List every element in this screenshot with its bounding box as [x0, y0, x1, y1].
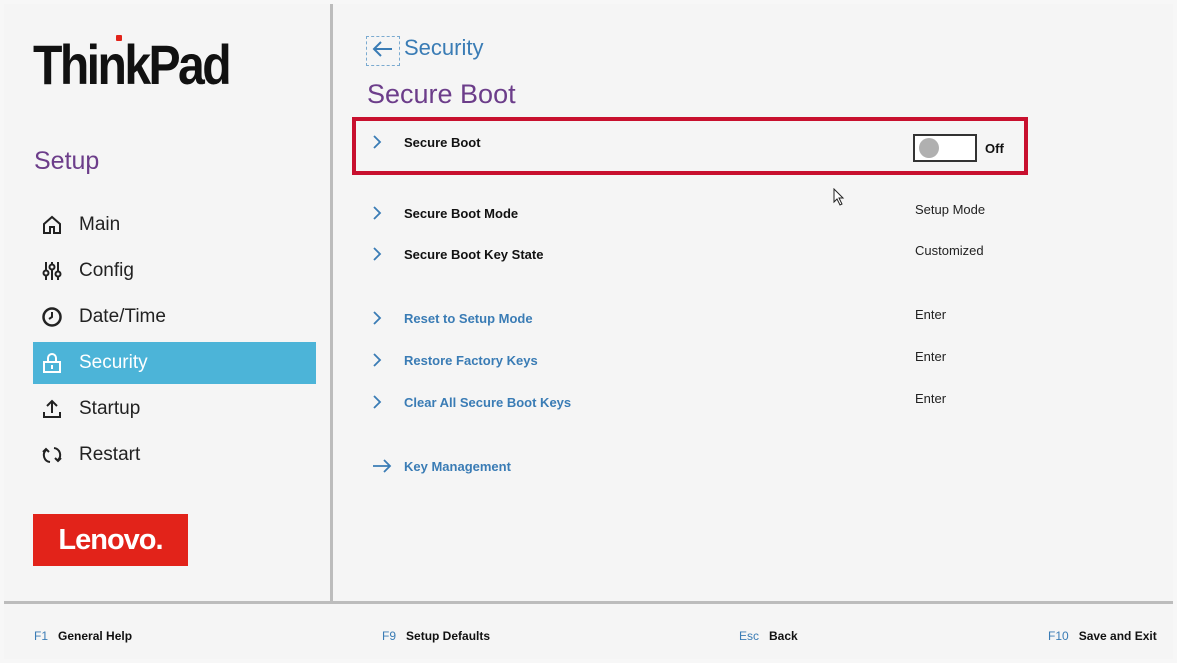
thinkpad-logo: ThinkPad: [33, 33, 232, 96]
main-panel: Security Secure Boot Secure Boot Off Sec…: [336, 4, 1173, 601]
breadcrumb[interactable]: Security: [404, 35, 483, 61]
key-action: Back: [769, 629, 798, 643]
sidebar-item-restart[interactable]: Restart: [33, 434, 316, 476]
key-action: Save and Exit: [1078, 629, 1157, 643]
f1-help-hint[interactable]: F1 General Help: [34, 629, 132, 643]
thinkpad-logo-dot: [116, 35, 122, 41]
key-label: F10: [1048, 629, 1069, 643]
toggle-knob: [919, 138, 939, 158]
row-value: Customized: [915, 243, 984, 258]
key-label: Esc: [739, 629, 760, 643]
row-value: Setup Mode: [915, 202, 986, 217]
chevron-right-icon: [372, 311, 390, 325]
esc-back-hint[interactable]: Esc Back: [739, 629, 798, 643]
secure-boot-toggle[interactable]: [913, 134, 977, 162]
mouse-cursor-icon: [833, 187, 845, 211]
upload-icon: [39, 396, 65, 422]
secure-boot-row[interactable]: Secure Boot Off: [372, 127, 1012, 162]
clock-icon: [39, 304, 65, 330]
sidebar-item-label: Restart: [79, 444, 141, 465]
key-label: F9: [382, 629, 397, 643]
setup-title: Setup: [34, 147, 100, 175]
arrow-left-icon: [372, 40, 394, 63]
row-label: Restore Factory Keys: [404, 352, 538, 368]
restore-factory-keys-row[interactable]: Restore Factory Keys Enter: [372, 345, 1012, 375]
row-label: Clear All Secure Boot Keys: [404, 394, 572, 410]
row-value: Enter: [915, 349, 947, 364]
key-label: F1: [34, 629, 49, 643]
key-action: Setup Defaults: [406, 629, 491, 643]
row-label: Secure Boot Key State: [404, 246, 544, 262]
sidebar-item-security[interactable]: Security: [33, 342, 316, 384]
lock-icon: [39, 350, 65, 376]
sliders-icon: [39, 258, 65, 284]
key-action: General Help: [58, 629, 133, 643]
reset-to-setup-mode-row[interactable]: Reset to Setup Mode Enter: [372, 303, 1012, 333]
sidebar-item-datetime[interactable]: Date/Time: [33, 296, 316, 338]
restart-icon: [39, 442, 65, 468]
row-label: Reset to Setup Mode: [404, 310, 533, 326]
key-management-row[interactable]: Key Management: [372, 451, 1012, 481]
lenovo-logo: Lenovo.: [33, 514, 188, 566]
chevron-right-icon: [372, 206, 390, 220]
sidebar-item-label: Config: [79, 260, 134, 281]
home-icon: [39, 212, 65, 238]
secure-boot-mode-row[interactable]: Secure Boot Mode Setup Mode: [372, 198, 1012, 228]
secure-boot-state: Off: [985, 141, 1004, 156]
clear-all-secure-boot-keys-row[interactable]: Clear All Secure Boot Keys Enter: [372, 387, 1012, 417]
row-label: Key Management: [404, 458, 511, 474]
back-button[interactable]: [366, 36, 400, 66]
sidebar-item-config[interactable]: Config: [33, 250, 316, 292]
footer-bar: F1 General Help F9 Setup Defaults Esc Ba…: [4, 601, 1173, 659]
chevron-right-icon: [372, 135, 390, 149]
f9-defaults-hint[interactable]: F9 Setup Defaults: [382, 629, 490, 643]
sidebar-item-main[interactable]: Main: [33, 204, 316, 246]
sidebar: ThinkPad Setup Main Config Date/Time Sec…: [4, 4, 333, 601]
chevron-right-icon: [372, 247, 390, 261]
bios-setup-window: ThinkPad Setup Main Config Date/Time Sec…: [4, 4, 1173, 659]
row-value: Enter: [915, 391, 947, 406]
secure-boot-key-state-row[interactable]: Secure Boot Key State Customized: [372, 239, 1012, 269]
chevron-right-icon: [372, 353, 390, 367]
secure-boot-label: Secure Boot: [404, 134, 481, 150]
row-label: Secure Boot Mode: [404, 205, 519, 221]
sidebar-item-label: Main: [79, 214, 121, 235]
page-title: Secure Boot: [367, 79, 516, 109]
chevron-right-icon: [372, 395, 390, 409]
f10-save-exit-hint[interactable]: F10 Save and Exit: [1048, 629, 1157, 643]
sidebar-nav: Main Config Date/Time Security Startup R…: [33, 204, 316, 480]
sidebar-item-label: Date/Time: [79, 306, 166, 327]
sidebar-item-label: Security: [79, 352, 148, 373]
sidebar-item-startup[interactable]: Startup: [33, 388, 316, 430]
arrow-right-icon: [372, 459, 394, 473]
row-value: Enter: [915, 307, 947, 322]
sidebar-item-label: Startup: [79, 398, 141, 419]
